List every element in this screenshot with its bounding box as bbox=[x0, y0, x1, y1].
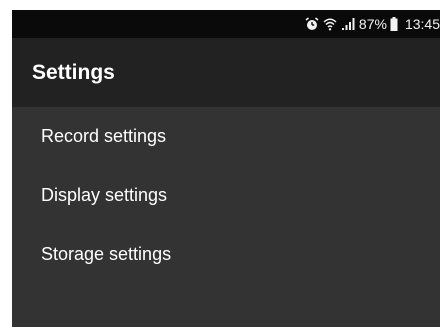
display-settings-item[interactable]: Display settings bbox=[12, 166, 440, 225]
status-bar: 87% 13:45 bbox=[12, 10, 440, 38]
wifi-icon bbox=[323, 17, 337, 31]
app-bar: Settings bbox=[12, 38, 440, 107]
app-screen: 87% 13:45 Settings Record settings Displ… bbox=[12, 10, 440, 327]
settings-list: Record settings Display settings Storage… bbox=[12, 107, 440, 284]
record-settings-item[interactable]: Record settings bbox=[12, 107, 440, 166]
alarm-icon bbox=[305, 17, 319, 31]
list-item-label: Display settings bbox=[41, 185, 168, 205]
storage-settings-item[interactable]: Storage settings bbox=[12, 225, 440, 284]
status-icons: 87% 13:45 bbox=[305, 10, 440, 38]
battery-icon bbox=[390, 17, 398, 31]
list-item-label: Storage settings bbox=[41, 244, 172, 264]
list-item-label: Record settings bbox=[41, 126, 167, 146]
battery-percent: 87% bbox=[358, 16, 387, 32]
clock-time: 13:45 bbox=[404, 16, 440, 32]
page-title: Settings bbox=[32, 61, 115, 84]
signal-icon bbox=[341, 17, 355, 31]
